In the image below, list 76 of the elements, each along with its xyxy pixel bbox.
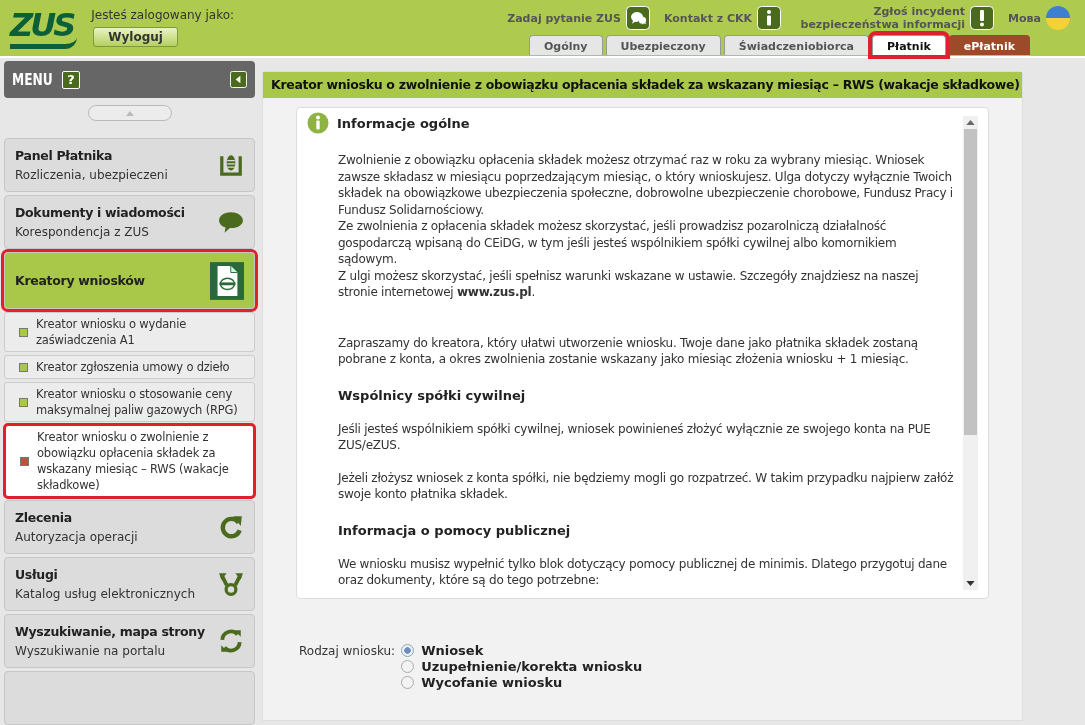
- scrollbar[interactable]: [963, 116, 978, 590]
- subitem-label: Kreator zgłoszenia umowy o dzieło: [36, 359, 230, 375]
- page-title: Kreator wniosku o zwolnienie z obowiązku opłacenia składek za wskazany miesiąc – RWS (wakacje składkowe): [263, 72, 1022, 98]
- bullet-icon: [19, 327, 28, 337]
- refresh-icon: [218, 514, 244, 540]
- paragraph: Z ulgi możesz skorzystać, jeśli spełnisz warunki wskazane w ustawie. Szczegóły znajdziesz na naszej stronie internetowej www.zus.pl.: [338, 267, 920, 301]
- radio-option[interactable]: Wycofanie wniosku: [401, 675, 643, 690]
- logo[interactable]: ZUS: [10, 6, 78, 49]
- section-subtitle: Autoryzacja operacji: [15, 530, 139, 544]
- section-subtitle: Wyszukiwanie na portalu: [15, 644, 167, 658]
- flag-icon[interactable]: [1046, 6, 1070, 30]
- login-label: Jesteś zalogowany jako:: [91, 8, 235, 22]
- nav-tab[interactable]: ePłatnik: [948, 35, 1030, 55]
- section-heading: Informacje ogólne: [337, 115, 470, 131]
- radio-option[interactable]: Wniosek: [401, 643, 643, 658]
- menu-section[interactable]: Panel Płatnika Rozliczenia, ubezpieczeni: [4, 138, 255, 192]
- nav-tab[interactable]: Ubezpieczony: [605, 35, 721, 55]
- sync-arrows-icon: [218, 628, 244, 654]
- bullet-icon: [19, 397, 28, 407]
- language-link[interactable]: Мова: [1008, 11, 1041, 25]
- menu-title: MENU: [12, 70, 53, 89]
- header-link[interactable]: Zadaj pytanie ZUS: [507, 11, 621, 25]
- field-label: Rodzaj wniosku:: [299, 643, 396, 660]
- menu-section[interactable]: Zlecenia Autoryzacja operacji: [4, 500, 255, 554]
- bullet-icon: [20, 456, 29, 466]
- menu-section[interactable]: Kreatory wniosków: [4, 252, 255, 309]
- menu-subitem[interactable]: Kreator wniosku o stosowanie ceny maksymalnej paliw gazowych (RPG): [4, 382, 255, 422]
- document-stack-icon: [218, 152, 244, 178]
- collapse-menu-icon[interactable]: [230, 71, 247, 88]
- radio-button[interactable]: [401, 676, 415, 689]
- menu-subitem[interactable]: Kreator wniosku o wydanie zaświadczenia A1: [4, 312, 255, 352]
- logout-button[interactable]: Wyloguj: [93, 27, 178, 47]
- section-title: Dokumenty i wiadomości: [15, 205, 186, 220]
- radio-option[interactable]: Uzupełnienie/korekta wniosku: [401, 659, 643, 674]
- paragraph: Zwolnienie z obowiązku opłacenia składek możesz otrzymać raz w roku za wybrany miesiąc. Wniosek zawsze składasz w miesiącu poprzedzającym miesiąc, o który wnioskujesz. Ulga dotyczy wyłącznie Twoich składek na obowiązkowe ubezpieczenia społeczne, dobrowolne ubezpieczenie chorobowe, Fundusz Pracy i Fundusz Solidarnościowy.: [338, 152, 954, 218]
- exclamation-icon[interactable]: [970, 6, 995, 30]
- section-heading: Wspólnicy spółki cywilnej: [338, 387, 527, 403]
- section-title: Wyszukiwanie, mapa strony: [15, 624, 206, 639]
- section-heading: Informacja o pomocy publicznej: [338, 522, 572, 538]
- subitem-label: Kreator wniosku o wydanie zaświadczenia A1: [36, 316, 188, 348]
- form-document-icon: [210, 261, 244, 300]
- paragraph: Jeśli jesteś wspólnikiem spółki cywilnej, wniosek powinieneś złożyć wyłącznie ze swojego konta na PUE ZUS/eZUS.: [338, 420, 932, 454]
- radio-button[interactable]: [401, 644, 415, 657]
- branch-arrows-icon: [218, 571, 244, 597]
- paragraph: Jeżeli złożysz wniosek z konta spółki, nie będziemy mogli go rozpatrzeć. W takim przypadku najpierw załóż swoje konto płatnika składek.: [338, 469, 955, 503]
- menu-subitem[interactable]: Kreator zgłoszenia umowy o dzieło: [4, 355, 255, 379]
- speech-bubble-icon: [218, 209, 244, 235]
- section-title: Zlecenia: [15, 510, 73, 525]
- section-subtitle: Korespondencja z ZUS: [15, 225, 150, 239]
- menu-section[interactable]: Wyszukiwanie, mapa strony Wyszukiwanie na portalu: [4, 614, 255, 668]
- nav-tab[interactable]: Ogólny: [528, 35, 603, 55]
- paragraph: We wniosku musisz wypełnić tylko blok dotyczący pomocy publicznej de minimis. Dlatego przygotuj dane oraz dokumenty, które są do tego potrzebne:: [338, 555, 948, 589]
- down-arrow-icon[interactable]: [966, 581, 975, 586]
- subitem-label: Kreator wniosku o stosowanie ceny maksymalnej paliw gazowych (RPG): [36, 386, 239, 418]
- bullet-icon: [19, 362, 28, 372]
- header-link[interactable]: Kontakt z CKK: [663, 11, 753, 25]
- section-title: Panel Płatnika: [15, 148, 114, 163]
- section-subtitle: Katalog usług elektronicznych: [15, 587, 196, 601]
- help-button[interactable]: ?: [61, 70, 80, 89]
- radio-button[interactable]: [401, 660, 415, 673]
- chat-icon[interactable]: [625, 6, 650, 30]
- scroll-up-button[interactable]: [87, 105, 172, 121]
- section-title: Usługi: [15, 567, 59, 582]
- menu-section[interactable]: Usługi Katalog usług elektronicznych: [4, 557, 255, 611]
- info-icon[interactable]: [757, 6, 782, 30]
- section-subtitle: Rozliczenia, ubezpieczeni: [15, 168, 169, 182]
- paragraph: Zapraszamy do kreatora, który ułatwi utworzenie wniosku. Twoje dane jako płatnika składek zostaną pobrane z konta, a okres zwolnienia zostanie wskazany jako miesiąc złożenia wniosku + 1 miesiąc.: [338, 334, 919, 368]
- subitem-label: Kreator wniosku o zwolnienie z obowiązku opłacenia składek za wskazany miesiąc – RWS (wakacje składkowe): [37, 429, 230, 493]
- up-arrow-icon[interactable]: [966, 120, 975, 125]
- nav-tab[interactable]: Świadczeniobiorca: [723, 35, 870, 55]
- paragraph: Ze zwolnienia z opłacenia składek możesz skorzystać, jeśli prowadzisz pozarolniczą działalność gospodarczą wpisaną do CEiDG, w tym jeśli jesteś wspólnikiem spółki cywilnej albo komornikiem sądowym.: [338, 218, 898, 268]
- info-icon: [307, 112, 329, 134]
- section-title: Kreatory wniosków: [15, 273, 146, 288]
- menu-subitem[interactable]: Kreator wniosku o zwolnienie z obowiązku opłacenia składek za wskazany miesiąc – RWS (wakacje składkowe): [5, 425, 254, 497]
- menu-section[interactable]: Dokumenty i wiadomości Korespondencja z ZUS: [4, 195, 255, 249]
- header-link[interactable]: Zgłoś incydent bezpieczeństwa informacji: [795, 5, 966, 31]
